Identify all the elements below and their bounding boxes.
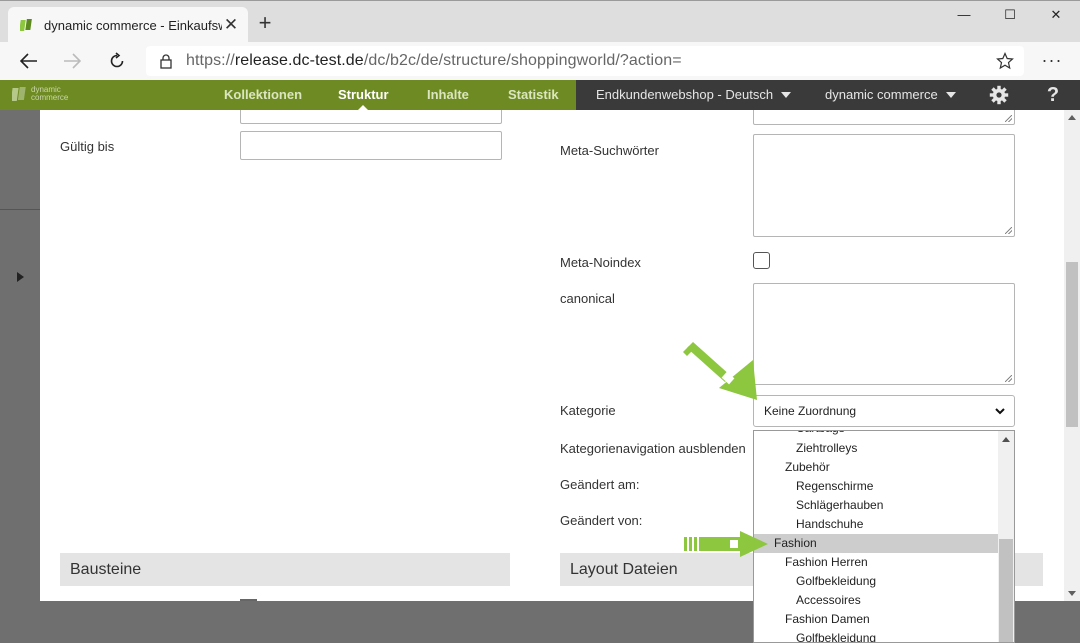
- shop-selector-label: Endkundenwebshop - Deutsch: [596, 87, 774, 102]
- browser-tab-bar: dynamic commerce - Einkaufswe ✕ + — ☐ ✕: [0, 0, 1080, 43]
- gueltig-bis-input[interactable]: [240, 131, 502, 160]
- site-favicon-icon: [20, 19, 32, 31]
- dropdown-option[interactable]: Cartbags: [754, 431, 998, 438]
- dialog-scrollbar[interactable]: [1064, 110, 1080, 601]
- canonical-textarea[interactable]: [753, 283, 1015, 385]
- scrollbar-thumb[interactable]: [1066, 262, 1078, 427]
- logo-text-commerce: commerce: [31, 93, 69, 102]
- pointer-arrow-icon: [684, 531, 768, 557]
- pointer-arrow-icon: [683, 342, 757, 400]
- meta-suchwoerter-textarea[interactable]: [753, 134, 1015, 237]
- dropdown-option[interactable]: Accessoires: [754, 591, 998, 610]
- help-button[interactable]: ?: [1041, 84, 1065, 106]
- label-geaendert-am: Geändert am:: [560, 477, 640, 492]
- nav-kollektionen[interactable]: Kollektionen: [224, 80, 302, 110]
- kategorie-dropdown-list[interactable]: Cartbags Ziehtrolleys Zubehör Regenschir…: [753, 430, 1015, 643]
- dropdown-scrollbar-thumb[interactable]: [999, 539, 1013, 642]
- background-divider: [0, 209, 40, 210]
- scroll-down-icon[interactable]: [1068, 591, 1076, 596]
- chevron-down-icon: [995, 408, 1005, 415]
- partial-checkbox[interactable]: [240, 599, 257, 601]
- refresh-icon: [110, 52, 124, 68]
- back-button[interactable]: [15, 49, 43, 73]
- dropdown-option[interactable]: Fashion Herren: [754, 553, 998, 572]
- nav-inhalte[interactable]: Inhalte: [427, 80, 469, 110]
- tab-title: dynamic commerce - Einkaufswe: [44, 17, 222, 33]
- label-kategorienavigation: Kategorienavigation ausblenden: [560, 441, 746, 456]
- dropdown-option[interactable]: Regenschirme: [754, 477, 998, 496]
- close-window-button[interactable]: ✕: [1033, 7, 1079, 27]
- browser-tab[interactable]: dynamic commerce - Einkaufswe ✕: [8, 7, 248, 43]
- dropdown-option[interactable]: Schlägerhauben: [754, 496, 998, 515]
- settings-button[interactable]: [987, 84, 1011, 106]
- address-field[interactable]: https://release.dc-test.de/dc/b2c/de/str…: [146, 46, 1024, 76]
- dropdown-option[interactable]: Zubehör: [754, 458, 998, 477]
- dropdown-option[interactable]: Handschuhe: [754, 515, 998, 534]
- dc-logo[interactable]: dynamic commerce: [12, 85, 68, 103]
- caret-down-icon: [781, 92, 792, 98]
- label-canonical: canonical: [560, 291, 615, 306]
- shop-selector[interactable]: Endkundenwebshop - Deutsch: [596, 80, 792, 110]
- minimize-button[interactable]: —: [941, 7, 987, 27]
- dropdown-scroll-up-icon[interactable]: [1002, 437, 1010, 442]
- label-meta-noindex: Meta-Noindex: [560, 255, 641, 270]
- textarea-above[interactable]: [753, 110, 1015, 125]
- gear-icon: [989, 85, 1009, 105]
- background-expand-arrow-icon: [17, 272, 24, 282]
- dc-logo-icon: [12, 87, 26, 101]
- caret-down-icon: [945, 92, 956, 98]
- kategorie-select[interactable]: Keine Zuordnung: [753, 395, 1015, 427]
- company-selector[interactable]: dynamic commerce: [825, 80, 956, 110]
- dropdown-scrollbar[interactable]: [998, 431, 1014, 642]
- dropdown-option-selected[interactable]: Fashion: [754, 534, 998, 553]
- back-arrow-icon: [20, 53, 37, 69]
- dropdown-option[interactable]: Ziehtrolleys: [754, 439, 998, 458]
- more-menu-button[interactable]: ···: [1040, 50, 1064, 71]
- section-bausteine-header[interactable]: Bausteine: [60, 553, 510, 586]
- dropdown-option[interactable]: Golfbekleidung: [754, 629, 998, 642]
- favorite-star-icon[interactable]: [996, 52, 1014, 70]
- maximize-button[interactable]: ☐: [987, 7, 1033, 27]
- lock-icon: [146, 53, 186, 69]
- kategorie-select-value: Keine Zuordnung: [764, 404, 857, 418]
- forward-arrow-icon: [64, 53, 81, 69]
- label-geaendert-von: Geändert von:: [560, 513, 643, 528]
- nav-statistik[interactable]: Statistik: [508, 80, 559, 110]
- dropdown-option[interactable]: Golfbekleidung: [754, 572, 998, 591]
- meta-noindex-checkbox[interactable]: [753, 252, 770, 269]
- tab-close-icon[interactable]: ✕: [222, 15, 240, 35]
- app-header: dynamic commerce Kollektionen Struktur I…: [0, 80, 1080, 110]
- url-text: https://release.dc-test.de/dc/b2c/de/str…: [186, 52, 682, 69]
- new-tab-button[interactable]: +: [254, 12, 276, 34]
- field-above-input[interactable]: [240, 110, 502, 124]
- label-meta-suchwoerter: Meta-Suchwörter: [560, 143, 659, 158]
- browser-toolbar: https://release.dc-test.de/dc/b2c/de/str…: [0, 42, 1080, 80]
- company-selector-label: dynamic commerce: [825, 87, 938, 102]
- scroll-up-icon[interactable]: [1068, 115, 1076, 120]
- forward-button[interactable]: [58, 49, 86, 73]
- label-gueltig-bis: Gültig bis: [60, 139, 115, 154]
- label-kategorie: Kategorie: [560, 403, 616, 418]
- dropdown-option[interactable]: Fashion Damen: [754, 610, 998, 629]
- nav-struktur[interactable]: Struktur: [338, 80, 389, 110]
- refresh-button[interactable]: [103, 49, 131, 73]
